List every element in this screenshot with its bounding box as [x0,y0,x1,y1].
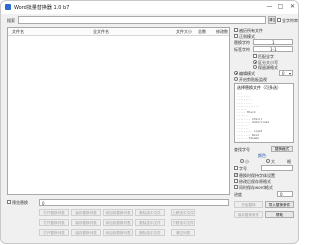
keep-format-label: 保留源格式 [258,65,278,70]
large-radio[interactable] [266,159,270,163]
minimize-button[interactable]: — [265,3,274,11]
preview-checkbox[interactable] [7,200,11,204]
app-icon [5,4,11,10]
add-to-list-button[interactable]: 添加到替换列表 [103,209,133,216]
replace-file-list-item[interactable]: ........ [237,139,250,142]
save-list-button[interactable]: 保存替换列表 [71,209,101,216]
case-sensitive-radio[interactable] [253,60,257,64]
maximize-button[interactable]: □ [276,3,285,11]
open-list-button[interactable]: 打开替换列表 [39,229,69,236]
replace-file-list[interactable]: 选择替换文件（可多选） ............................… [234,83,294,143]
clear-search-button[interactable]: 清空 [268,16,276,24]
replace-char-input[interactable]: 1 [253,39,293,45]
clipboard-monitor-radio[interactable] [234,77,238,81]
save-list-button[interactable]: 保存替换列表 [71,229,101,236]
rate-label: 进度 [234,192,242,197]
open-list-button[interactable]: 打开替换列表 [39,209,69,216]
regex-checkbox[interactable] [234,34,238,38]
column-header-size[interactable]: 文件大小 [176,29,192,35]
save-word-label: 同时保存word格式 [239,185,273,190]
open-list-button[interactable]: 打开替换列表 [39,219,69,226]
size-row-label: 字号 [239,166,247,171]
file-table[interactable]: 文件名 全文件名 文件大小 总数 修改数 [7,27,230,195]
save-list-button[interactable]: 保存替换列表 [71,219,101,226]
search-label: 搜索 [7,18,15,23]
edit-mode-value: 0 [282,71,285,76]
rate-input[interactable]: 0 [277,191,293,197]
column-header-fullname[interactable]: 全文件名 [93,29,109,35]
import-conditions-button[interactable]: 导入替换条件 [265,201,294,208]
full-string-label: 全字符串 [282,18,298,23]
delete-selected-button[interactable]: 删除选中文件 [135,209,165,216]
rate-value: 0 [280,192,283,197]
app-window: Word批量替换器 1.0 b7 — □ ✕ 搜索 清空 全字符串 文件名 全文… [0,0,299,244]
color-label: 颜色 [258,153,266,158]
small-radio[interactable] [240,159,244,163]
column-header-count[interactable]: 总数 [198,29,206,35]
size-row-input[interactable] [261,165,293,171]
tag-char-label: 标签字符 [234,47,250,52]
move-up-button[interactable]: 上移选中文件 [171,209,195,216]
add-to-list-button[interactable]: 添加到替换列表 [103,219,133,226]
preview-input[interactable]: 0 [39,199,229,206]
replace-char-label: 替换字符 [234,40,250,45]
help-button[interactable]: 帮助 [265,211,294,218]
find-size-label: 查找字号 [234,147,250,152]
table-header: 文件名 全文件名 文件大小 总数 修改数 [8,28,229,36]
edit-mode-radio[interactable] [234,71,238,75]
tag-char-input[interactable]: 1-1 [253,46,293,52]
chevron-down-icon: ▾ [289,71,292,76]
save-conditions-button[interactable]: 保存替换条件 [234,211,263,218]
replace-file-list-header: 选择替换文件（可多选） [237,85,281,90]
keep-font-checkbox[interactable]: ✓ [234,173,238,177]
save-original-checkbox[interactable] [234,179,238,183]
clear-list-button[interactable]: 清空列表 [171,229,195,236]
title-bar: Word批量替换器 1.0 b7 — □ ✕ [1,1,298,14]
small-label: 小 [245,159,249,164]
traverse-all-checkbox[interactable] [234,28,238,32]
edit-mode-select[interactable]: 0 ▾ [279,70,293,76]
tag-char-value: 1-1 [270,47,277,52]
match-word-checkbox[interactable] [253,54,257,58]
column-header-filename[interactable]: 文件名 [12,29,24,35]
save-word-checkbox[interactable] [234,185,238,189]
close-button[interactable]: ✕ [288,3,297,11]
keep-format-radio[interactable] [253,65,257,69]
start-replace-button[interactable]: 开始替换 [234,201,263,208]
replace-char-value: 1 [272,40,275,45]
column-header-modified[interactable]: 修改数 [216,29,228,35]
preview-label: 预览替换 [12,200,28,205]
replace-format-button[interactable]: 替换格式 [271,146,293,152]
size-row-checkbox[interactable] [234,166,238,170]
preview-input-value: 0 [42,201,45,206]
search-input[interactable] [18,16,266,24]
move-down-button[interactable]: 下移选中文件 [171,219,195,226]
window-title: Word批量替换器 1.0 b7 [14,5,70,11]
add-to-list-button[interactable]: 添加到替换列表 [103,229,133,236]
delete-selected-button[interactable]: 删除选中文件 [135,219,165,226]
full-string-checkbox[interactable] [277,18,281,22]
delete-selected-button[interactable]: 删除选中文件 [135,229,165,236]
